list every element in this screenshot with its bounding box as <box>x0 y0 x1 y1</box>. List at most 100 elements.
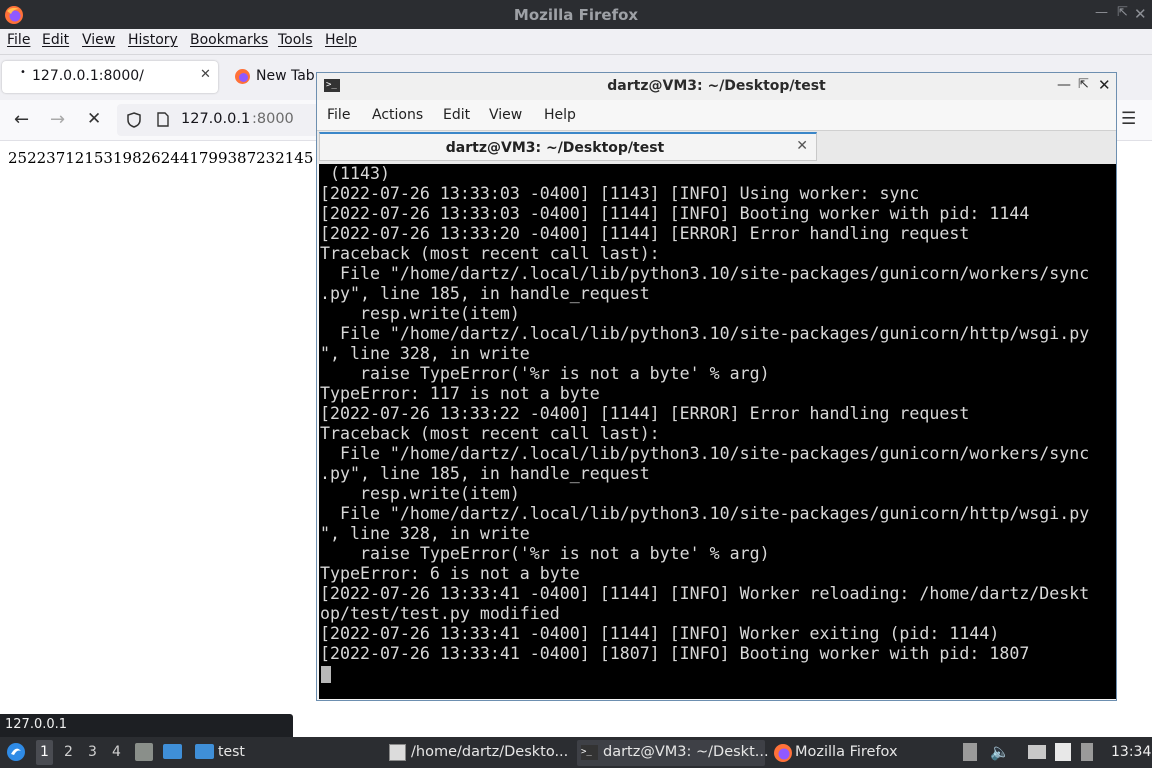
terminal-line: op/test/test.py modified <box>320 604 560 623</box>
close-icon[interactable]: ✕ <box>1134 5 1147 23</box>
minimize-icon[interactable]: — <box>1057 77 1071 93</box>
task-text-editor[interactable]: /home/dartz/Deskto... <box>385 740 573 766</box>
terminal-line: Traceback (most recent call last): <box>320 424 660 443</box>
task-label: /home/dartz/Deskto... <box>411 744 569 760</box>
terminal-line: [2022-07-26 13:33:22 -0400] [1144] [ERRO… <box>320 404 970 423</box>
terminal-line: [2022-07-26 13:33:03 -0400] [1143] [INFO… <box>320 184 920 203</box>
tab-label: 127.0.0.1:8000/ <box>32 68 144 84</box>
terminal-line: [2022-07-26 13:33:41 -0400] [1144] [INFO… <box>320 584 1090 603</box>
menu-edit[interactable]: Edit <box>443 107 470 123</box>
folder-test-launcher[interactable]: test <box>195 740 255 766</box>
stop-loading-icon[interactable]: ✕ <box>87 109 101 129</box>
task-firefox[interactable]: Mozilla Firefox <box>769 740 909 766</box>
terminal-line: raise TypeError('%r is not a byte' % arg… <box>359 544 770 563</box>
hamburger-menu-icon[interactable]: ☰ <box>1121 109 1136 129</box>
page-text: 25223712153198262441799387232145 <box>8 149 314 167</box>
terminal-tab-label: dartz@VM3: ~/Desktop/test <box>445 140 665 156</box>
tab-new-tab[interactable]: New Tab <box>226 61 316 93</box>
terminal-line: (1143) <box>329 164 390 183</box>
tab-close-icon[interactable]: ✕ <box>796 138 808 154</box>
close-icon[interactable]: ✕ <box>1098 76 1111 94</box>
terminal-window[interactable]: >_ dartz@VM3: ~/Desktop/test — ⇱ ✕ File … <box>316 72 1117 701</box>
terminal-titlebar[interactable]: >_ dartz@VM3: ~/Desktop/test — ⇱ ✕ <box>317 73 1116 100</box>
menu-file[interactable]: File <box>7 32 30 48</box>
menu-history[interactable]: History <box>128 32 178 48</box>
loading-dot-icon: • <box>20 67 26 78</box>
terminal-line: .py", line 185, in handle_request <box>320 284 650 303</box>
terminal-line: [2022-07-26 13:33:20 -0400] [1144] [ERRO… <box>320 224 970 243</box>
url-host: 127.0.0.1 <box>181 111 251 127</box>
menu-view[interactable]: View <box>82 32 115 48</box>
workspace-4[interactable]: 4 <box>112 744 121 760</box>
menu-actions[interactable]: Actions <box>372 107 423 123</box>
terminal-cursor <box>321 666 331 683</box>
menu-help[interactable]: Help <box>544 107 576 123</box>
tab-localhost[interactable]: • 127.0.0.1:8000/ ✕ <box>2 61 218 93</box>
tab-close-icon[interactable]: ✕ <box>200 67 211 82</box>
terminal-line: .py", line 185, in handle_request <box>320 464 650 483</box>
taskbar: 1 2 3 4 test /home/dartz/Deskto... >_ da… <box>0 737 1152 768</box>
folder-icon <box>195 744 214 759</box>
forward-arrow-icon[interactable]: → <box>50 109 65 130</box>
status-url: 127.0.0.1 <box>5 717 68 732</box>
url-port: :8000 <box>252 111 294 127</box>
task-terminal[interactable]: >_ dartz@VM3: ~/Deskt... <box>577 740 769 766</box>
page-icon <box>157 112 169 127</box>
clock[interactable]: 13:34 <box>1111 744 1151 760</box>
monitor-icon[interactable] <box>1028 745 1046 759</box>
volume-icon[interactable]: 🔈 <box>990 742 1010 761</box>
shield-icon[interactable] <box>127 112 141 128</box>
minimize-icon[interactable]: — <box>1095 5 1108 20</box>
firefox-icon <box>774 744 792 762</box>
file-manager-launcher-icon[interactable] <box>135 743 153 761</box>
tray-arrow-icon[interactable] <box>963 743 977 761</box>
task-label: Mozilla Firefox <box>795 744 898 760</box>
firefox-window-title: Mozilla Firefox <box>513 6 639 24</box>
terminal-line: raise TypeError('%r is not a byte' % arg… <box>359 364 770 383</box>
menu-help[interactable]: Help <box>325 32 357 48</box>
terminal-line: ", line 328, in write <box>320 524 530 543</box>
menu-view[interactable]: View <box>489 107 522 123</box>
folder-label: test <box>218 744 245 760</box>
terminal-line: TypeError: 117 is not a byte <box>320 384 600 403</box>
maximize-icon[interactable]: ⇱ <box>1078 77 1089 92</box>
terminal-line: Traceback (most recent call last): <box>320 244 660 263</box>
menu-tools[interactable]: Tools <box>278 32 313 48</box>
task-label: dartz@VM3: ~/Deskt... <box>603 744 769 760</box>
workspace-3[interactable]: 3 <box>88 744 97 760</box>
firefox-titlebar: Mozilla Firefox — ⇱ ✕ <box>0 0 1152 29</box>
clipboard-icon[interactable] <box>1055 743 1071 761</box>
back-arrow-icon[interactable]: ← <box>14 109 29 130</box>
workspace-1[interactable]: 1 <box>36 740 53 765</box>
show-desktop-icon[interactable] <box>163 744 182 759</box>
status-bar: 127.0.0.1 <box>0 714 293 737</box>
terminal-output[interactable]: (1143) [2022-07-26 13:33:03 -0400] [1143… <box>319 164 1116 699</box>
terminal-menubar: File Actions Edit View Help <box>317 100 1116 130</box>
workspace-2[interactable]: 2 <box>64 744 73 760</box>
firefox-icon <box>235 69 250 84</box>
terminal-line: File "/home/dartz/.local/lib/python3.10/… <box>339 444 1090 463</box>
menu-bookmarks[interactable]: Bookmarks <box>190 32 268 48</box>
terminal-line: [2022-07-26 13:33:41 -0400] [1807] [INFO… <box>320 644 1030 663</box>
firefox-menubar: File Edit View History Bookmarks Tools H… <box>0 29 1152 55</box>
tab-label: New Tab <box>256 68 315 84</box>
terminal-line: File "/home/dartz/.local/lib/python3.10/… <box>339 324 1090 343</box>
terminal-text: (1143) [2022-07-26 13:33:03 -0400] [1143… <box>320 164 1089 664</box>
terminal-line: resp.write(item) <box>359 484 520 503</box>
app-menu-icon[interactable] <box>6 742 26 762</box>
menu-file[interactable]: File <box>327 107 350 123</box>
text-editor-icon <box>389 744 406 761</box>
terminal-line: File "/home/dartz/.local/lib/python3.10/… <box>339 504 1090 523</box>
terminal-line: [2022-07-26 13:33:03 -0400] [1144] [INFO… <box>320 204 1030 223</box>
terminal-line: TypeError: 6 is not a byte <box>320 564 580 583</box>
terminal-line: resp.write(item) <box>359 304 520 323</box>
terminal-line: File "/home/dartz/.local/lib/python3.10/… <box>339 264 1090 283</box>
terminal-window-title: dartz@VM3: ~/Desktop/test <box>607 78 826 94</box>
notification-icon[interactable] <box>1081 743 1093 761</box>
terminal-tabbar: dartz@VM3: ~/Desktop/test ✕ <box>317 130 1116 164</box>
menu-edit[interactable]: Edit <box>42 32 69 48</box>
terminal-line: ", line 328, in write <box>320 344 530 363</box>
terminal-icon: >_ <box>581 745 598 760</box>
maximize-icon[interactable]: ⇱ <box>1117 5 1128 20</box>
terminal-tab[interactable]: dartz@VM3: ~/Desktop/test ✕ <box>319 132 817 161</box>
